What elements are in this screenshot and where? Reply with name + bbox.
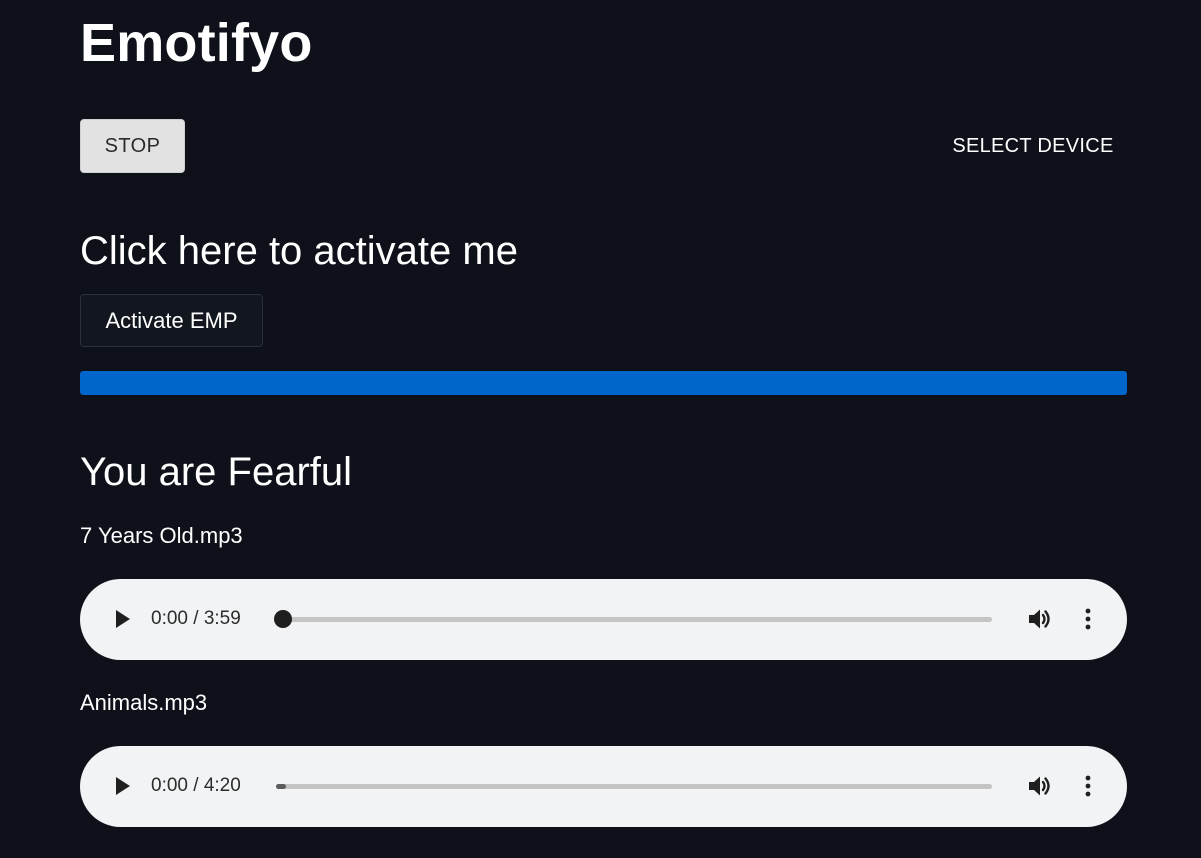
track-title: Animals.mp3 (80, 690, 208, 715)
track-title: 7 Years Old.mp3 (80, 523, 243, 548)
play-icon[interactable] (110, 607, 134, 631)
seek-bar[interactable] (276, 617, 992, 622)
audio-player[interactable]: 0:00 / 3:59 (80, 579, 1127, 660)
time-display: 0:00 / 4:20 (151, 775, 241, 796)
audio-player[interactable]: 0:00 / 4:20 (80, 746, 1127, 827)
activate-emp-button[interactable]: Activate EMP (80, 294, 263, 347)
mood-heading: You are Fearful (80, 450, 353, 494)
activation-progress-fill (80, 371, 1127, 395)
seek-bar[interactable] (276, 784, 992, 789)
more-vertical-icon[interactable] (1076, 773, 1100, 799)
seek-buffered (276, 784, 287, 789)
volume-icon[interactable] (1026, 773, 1052, 799)
volume-icon[interactable] (1026, 606, 1052, 632)
stop-button[interactable]: STOP (80, 119, 185, 173)
activate-heading: Click here to activate me (80, 229, 518, 273)
app-title: Emotifyo (80, 13, 313, 73)
page: Emotifyo STOP SELECT DEVICE Click here t… (0, 0, 1201, 858)
play-icon[interactable] (110, 774, 134, 798)
activation-progress-bar (80, 371, 1127, 395)
seek-thumb[interactable] (274, 610, 292, 628)
select-device-button[interactable]: SELECT DEVICE (940, 126, 1126, 166)
time-display: 0:00 / 3:59 (151, 608, 241, 629)
more-vertical-icon[interactable] (1076, 606, 1100, 632)
